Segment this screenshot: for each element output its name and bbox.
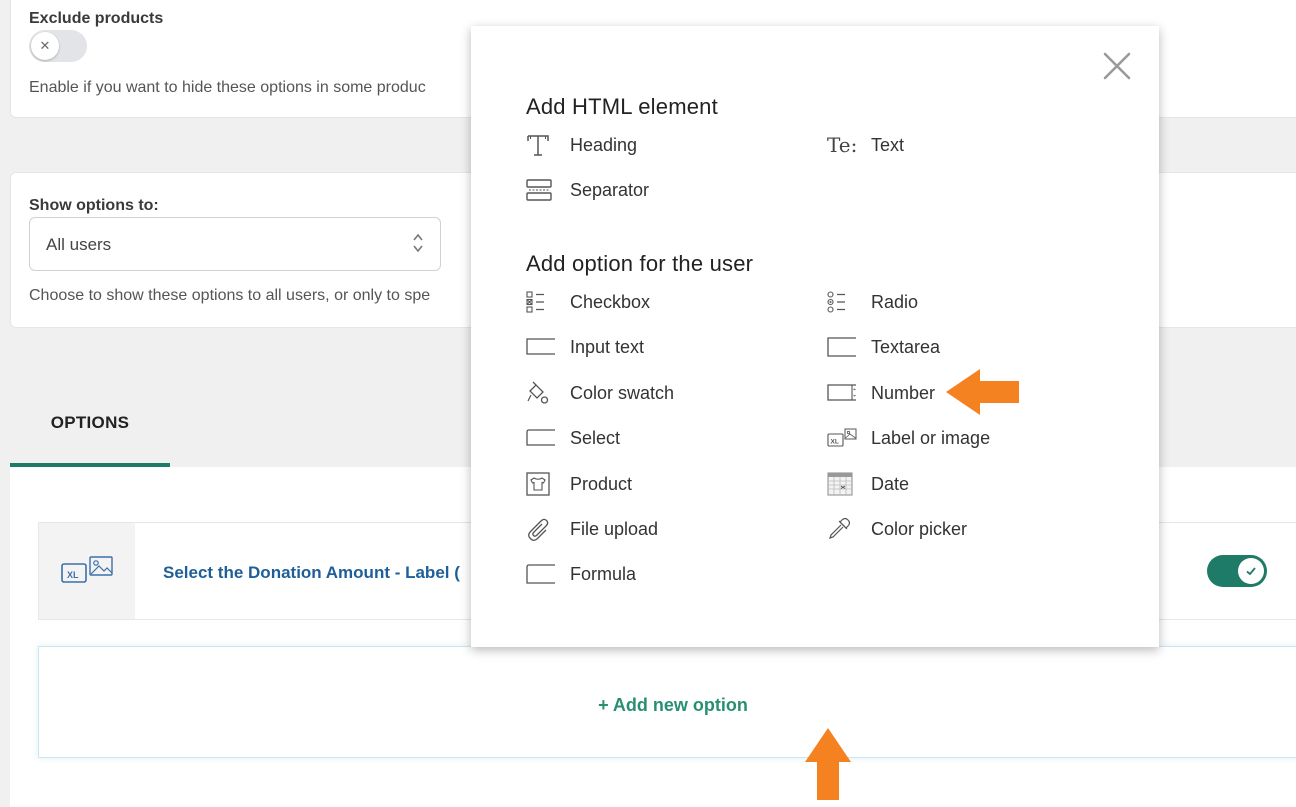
exclude-products-label: Exclude products <box>29 10 164 27</box>
arrow-up-icon <box>805 728 851 800</box>
menu-item-label: Color picker <box>871 518 968 539</box>
exclude-products-help: Enable if you want to hide these options… <box>29 79 426 96</box>
radio-icon <box>827 289 857 315</box>
menu-item-label: Textarea <box>871 336 941 357</box>
formula-icon <box>526 561 556 587</box>
input-text-icon <box>526 334 556 360</box>
menu-item-label: Formula <box>570 563 637 584</box>
menu-item-label: Checkbox <box>570 291 651 312</box>
menu-item-checkbox[interactable]: Checkbox <box>526 287 650 317</box>
menu-item-label: Heading <box>570 134 638 155</box>
eyedropper-icon <box>827 516 857 542</box>
number-icon <box>827 380 857 406</box>
separator-icon <box>526 177 556 203</box>
menu-item-label: Select <box>570 427 621 448</box>
color-swatch-icon <box>526 380 556 406</box>
svg-text:XL: XL <box>67 570 79 580</box>
select-icon <box>526 425 556 451</box>
show-options-select[interactable]: All users <box>29 217 441 271</box>
menu-item-label: Date <box>871 473 910 494</box>
option-enabled-toggle[interactable] <box>1207 555 1267 587</box>
menu-item-label: Radio <box>871 291 919 312</box>
section-title-html: Add HTML element <box>526 94 718 119</box>
menu-item-separator[interactable]: Separator <box>526 175 649 205</box>
menu-item-label: Number <box>871 382 936 403</box>
menu-item-text[interactable]: Te: Text <box>827 130 904 160</box>
text-icon: Te: <box>827 132 857 158</box>
menu-item-textarea[interactable]: Textarea <box>827 332 940 362</box>
textarea-icon <box>827 334 857 360</box>
menu-item-label: Input text <box>570 336 645 357</box>
product-icon <box>526 471 556 497</box>
menu-item-date[interactable]: Date <box>827 469 909 499</box>
toggle-off-knob: ✕ <box>31 32 59 60</box>
menu-item-product[interactable]: Product <box>526 469 632 499</box>
section-title-user: Add option for the user <box>526 251 754 276</box>
option-title[interactable]: Select the Donation Amount - Label ( <box>163 563 460 583</box>
menu-item-label-or-image[interactable]: XL Label or image <box>827 423 990 453</box>
exclude-products-toggle[interactable]: ✕ <box>29 30 87 62</box>
show-options-selected-value: All users <box>46 235 112 254</box>
label-image-icon: XL <box>827 425 857 451</box>
show-options-label: Show options to: <box>29 197 159 214</box>
menu-item-heading[interactable]: Heading <box>526 130 637 160</box>
heading-icon <box>526 132 556 158</box>
check-icon <box>1238 558 1264 584</box>
checkbox-icon <box>526 289 556 315</box>
menu-item-input-text[interactable]: Input text <box>526 332 644 362</box>
add-new-option-area[interactable]: + Add new option <box>38 646 1296 758</box>
add-new-option-link[interactable]: + Add new option <box>39 695 1296 716</box>
menu-item-label: Product <box>570 473 633 494</box>
close-icon[interactable] <box>1101 50 1133 82</box>
menu-item-color-swatch[interactable]: Color swatch <box>526 378 674 408</box>
paperclip-icon <box>526 516 556 542</box>
text-icon-glyph: Te: <box>827 133 857 157</box>
show-options-help: Choose to show these options to all user… <box>29 287 431 304</box>
arrow-left-icon <box>946 369 1019 415</box>
menu-item-file-upload[interactable]: File upload <box>526 514 658 544</box>
menu-item-color-picker[interactable]: Color picker <box>827 514 967 544</box>
menu-item-label: Label or image <box>871 427 991 448</box>
menu-item-select[interactable]: Select <box>526 423 620 453</box>
menu-item-number[interactable]: Number <box>827 378 935 408</box>
tab-options[interactable]: OPTIONS <box>10 383 170 467</box>
menu-item-label: File upload <box>570 518 659 539</box>
date-icon <box>827 471 857 497</box>
add-element-modal: Add HTML element Heading Te: Text Separa… <box>471 26 1159 647</box>
menu-item-label: Text <box>871 134 905 155</box>
menu-item-label: Separator <box>570 179 650 200</box>
close-icon: ✕ <box>39 38 51 53</box>
menu-item-formula[interactable]: Formula <box>526 559 636 589</box>
menu-item-label: Color swatch <box>570 382 675 403</box>
svg-text:XL: XL <box>831 439 839 446</box>
menu-item-radio[interactable]: Radio <box>827 287 918 317</box>
label-image-icon: XL <box>39 523 135 619</box>
chevron-up-down-icon <box>412 232 424 259</box>
